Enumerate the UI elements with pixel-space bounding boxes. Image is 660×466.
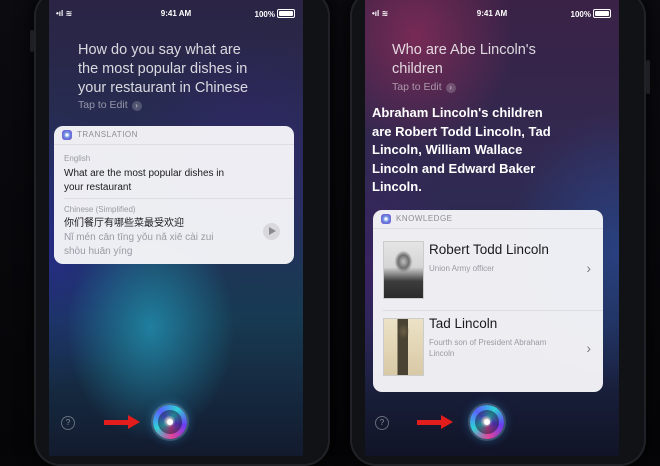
tap-to-edit-label: Tap to Edit bbox=[392, 81, 442, 93]
battery-percent: 100% bbox=[254, 10, 275, 19]
battery-icon bbox=[277, 9, 295, 18]
answer-line: Lincoln, William Wallace bbox=[372, 142, 523, 157]
pinyin-line: Nǐ mén cān tīng yǒu nǎ xiē cài zui bbox=[64, 232, 214, 243]
siri-orb-button[interactable] bbox=[153, 405, 187, 439]
answer-line: Lincoln. bbox=[372, 179, 422, 194]
query-line: How do you say what are bbox=[78, 42, 241, 58]
knowledge-card: KNOWLEDGE Robert Todd Lincoln Union Army… bbox=[373, 210, 603, 392]
tap-to-edit-label: Tap to Edit bbox=[78, 99, 128, 111]
status-bar: •ıl ≋ 9:41 AM 100% bbox=[365, 8, 619, 20]
pinyin-line: shòu huān yíng bbox=[64, 245, 133, 257]
siri-answer-text: Abraham Lincoln's children are Robert To… bbox=[372, 104, 551, 197]
divider bbox=[64, 198, 294, 199]
chevron-right-icon: › bbox=[131, 101, 142, 111]
person-description-line: Union Army officer bbox=[429, 264, 495, 273]
battery-percent: 100% bbox=[570, 10, 591, 19]
card-title: TRANSLATION bbox=[77, 130, 138, 139]
query-line: Who are Abe Lincoln's bbox=[392, 42, 536, 58]
pinyin-text: Nǐ mén cān tīng yǒu nǎ xiē cài zui shòu … bbox=[64, 231, 214, 258]
battery-indicator: 100% bbox=[255, 9, 295, 19]
query-line: children bbox=[392, 61, 443, 77]
person-description-line: Fourth son of President Abraham bbox=[429, 338, 547, 347]
translation-card[interactable]: TRANSLATION English What are the most po… bbox=[54, 126, 294, 264]
help-icon[interactable]: ? bbox=[375, 416, 389, 430]
right-siri-screen: •ıl ≋ 9:41 AM 100% Who are Abe Lincoln's… bbox=[365, 0, 619, 456]
arrow-head bbox=[128, 415, 140, 429]
divider bbox=[383, 310, 603, 311]
portrait-photo bbox=[383, 241, 424, 299]
tap-to-edit-button[interactable]: Tap to Edit › bbox=[392, 81, 456, 93]
knowledge-row-tad-lincoln[interactable]: Tad Lincoln Fourth son of President Abra… bbox=[373, 314, 603, 386]
person-name: Tad Lincoln bbox=[429, 316, 498, 331]
query-line: your restaurant in Chinese bbox=[78, 80, 249, 96]
tap-to-edit-button[interactable]: Tap to Edit › bbox=[78, 99, 142, 111]
side-button bbox=[646, 60, 650, 94]
siri-orb-core bbox=[167, 419, 173, 425]
query-line: the most popular dishes in bbox=[78, 61, 248, 77]
arrow-head bbox=[441, 415, 453, 429]
card-title: KNOWLEDGE bbox=[396, 214, 453, 223]
side-button bbox=[30, 30, 34, 52]
person-name: Robert Todd Lincoln bbox=[429, 242, 549, 257]
battery-icon bbox=[593, 9, 611, 18]
siri-app-icon bbox=[62, 130, 72, 140]
help-icon[interactable]: ? bbox=[61, 416, 75, 430]
siri-query[interactable]: How do you say what are the most popular… bbox=[78, 41, 248, 98]
chevron-right-icon: › bbox=[445, 83, 456, 93]
play-pronunciation-button[interactable] bbox=[263, 223, 280, 240]
left-siri-screen: •ıl ≋ 9:41 AM 100% How do you say what a… bbox=[49, 0, 303, 456]
portrait-photo bbox=[383, 318, 424, 376]
person-description: Union Army officer bbox=[429, 263, 494, 274]
card-header: KNOWLEDGE bbox=[373, 210, 603, 229]
chevron-right-icon: › bbox=[586, 340, 591, 356]
source-language-label: English bbox=[64, 154, 91, 163]
siri-app-icon bbox=[381, 214, 391, 224]
person-description: Fourth son of President Abraham Lincoln bbox=[429, 337, 546, 359]
siri-query[interactable]: Who are Abe Lincoln's children bbox=[392, 41, 536, 79]
translated-text: 你们餐厅有哪些菜最受欢迎 bbox=[64, 218, 184, 229]
battery-indicator: 100% bbox=[571, 9, 611, 19]
status-bar: •ıl ≋ 9:41 AM 100% bbox=[49, 8, 303, 20]
arrow-shaft bbox=[104, 420, 130, 425]
source-text-line: What are the most popular dishes in bbox=[64, 168, 225, 179]
chevron-right-icon: › bbox=[586, 260, 591, 276]
answer-line: are Robert Todd Lincoln, Tad bbox=[372, 123, 551, 139]
person-description-line: Lincoln bbox=[429, 349, 455, 358]
target-language-label: Chinese (Simplified) bbox=[64, 205, 136, 214]
siri-orb-button[interactable] bbox=[470, 405, 504, 439]
source-text-line: your restaurant bbox=[64, 181, 132, 193]
answer-line: Lincoln and Edward Baker bbox=[372, 160, 536, 176]
card-header: TRANSLATION bbox=[54, 126, 294, 145]
source-text: What are the most popular dishes in your… bbox=[64, 167, 224, 194]
siri-orb-core bbox=[484, 419, 490, 425]
red-arrow-annotation bbox=[104, 415, 142, 429]
red-arrow-annotation bbox=[417, 415, 455, 429]
knowledge-row-robert-todd-lincoln[interactable]: Robert Todd Lincoln Union Army officer › bbox=[373, 236, 603, 306]
arrow-shaft bbox=[417, 420, 443, 425]
answer-line: Abraham Lincoln's children bbox=[372, 105, 543, 120]
